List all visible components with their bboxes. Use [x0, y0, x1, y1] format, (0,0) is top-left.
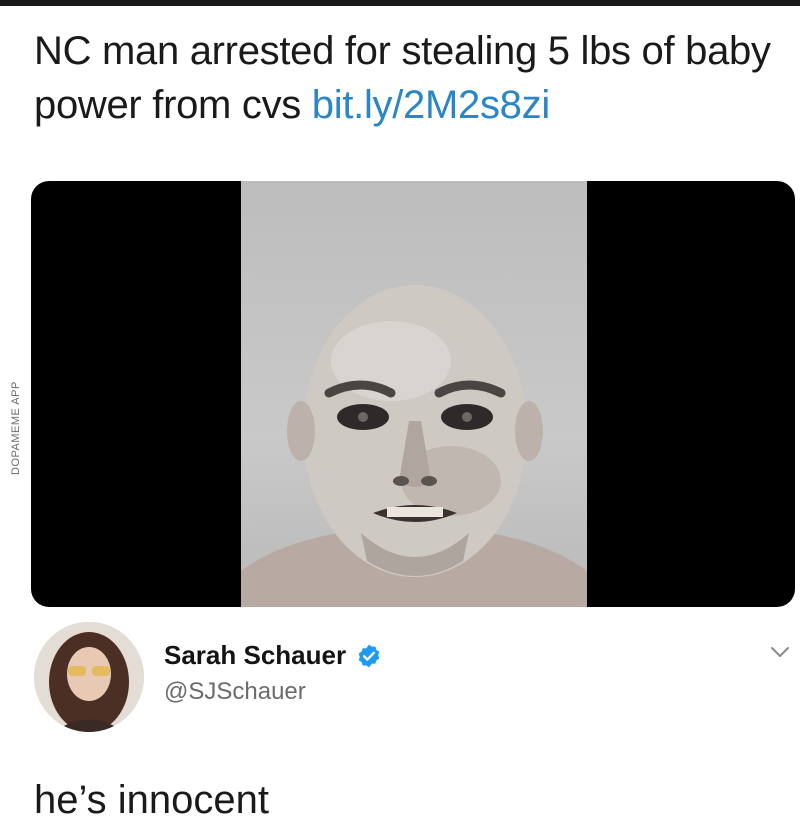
- avatar-illustration: [34, 622, 144, 732]
- quoted-headline: NC man arrested for stealing 5 lbs of ba…: [34, 24, 774, 132]
- top-border: [0, 0, 800, 6]
- author-handle[interactable]: @SJSchauer: [164, 678, 306, 706]
- tweet-text: he’s innocent: [34, 778, 269, 822]
- mugshot-illustration: [241, 285, 587, 607]
- headline-link[interactable]: bit.ly/2M2s8zi: [312, 83, 550, 127]
- mugshot-photo: [241, 181, 587, 607]
- verified-badge-icon: [356, 643, 382, 669]
- author-name-row: Sarah Schauer: [164, 640, 382, 671]
- tweet-media[interactable]: [31, 181, 795, 607]
- chevron-down-icon[interactable]: [768, 640, 792, 664]
- tweet-screenshot: NC man arrested for stealing 5 lbs of ba…: [0, 0, 800, 832]
- avatar[interactable]: [34, 622, 144, 732]
- watermark-text: DOPAMEME APP: [10, 381, 22, 475]
- author-name[interactable]: Sarah Schauer: [164, 640, 346, 671]
